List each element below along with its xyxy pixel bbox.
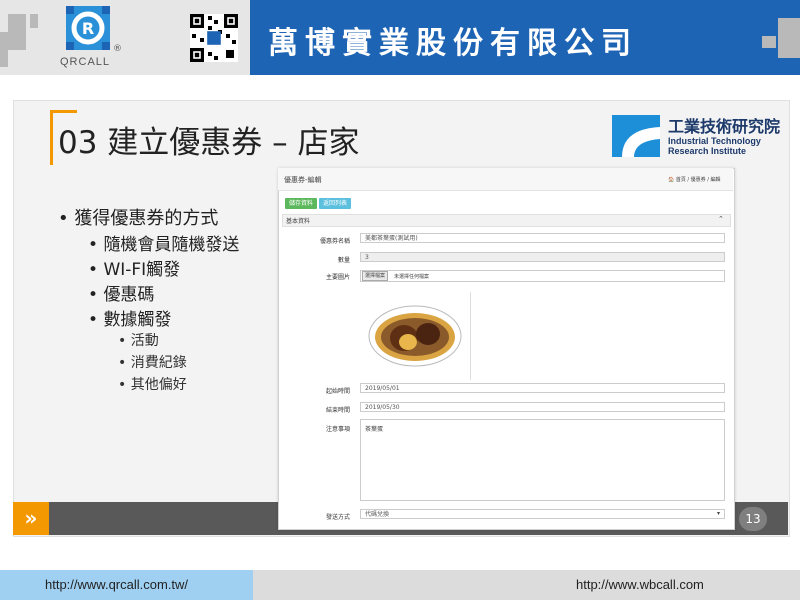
header-decoration	[762, 36, 776, 48]
header-decoration	[8, 14, 26, 50]
start-time-input[interactable]: 2019/05/01	[360, 383, 725, 393]
notes-value: 茶葉蛋	[365, 426, 384, 433]
logo-text: QRCALL	[60, 56, 111, 68]
coupon-name-label: 優惠券名稱	[319, 238, 350, 245]
section-header	[282, 214, 731, 227]
breadcrumb[interactable]: 🏠 首頁 / 優惠券 / 編輯	[668, 176, 721, 183]
svg-text:R: R	[82, 19, 94, 38]
save-button[interactable]: 儲存資料	[285, 198, 318, 209]
bullet-level3: • 其他偏好	[118, 377, 187, 393]
bullet-level3: • 活動	[118, 333, 159, 349]
header-decoration	[0, 32, 8, 67]
start-time-label: 起始時間	[325, 388, 350, 395]
section-title: 基本資料	[286, 218, 311, 225]
coupon-name-input[interactable]: 美都茶葉蛋(測試用)	[360, 233, 725, 243]
notes-label: 注意事項	[325, 426, 350, 433]
dropdown-arrow-icon[interactable]: ▾	[717, 510, 720, 517]
back-to-list-button[interactable]: 返回列表	[319, 198, 352, 209]
end-time-input[interactable]: 2019/05/30	[360, 402, 725, 412]
partner-name-en: Research Institute	[668, 146, 747, 156]
form-header	[278, 168, 733, 191]
qrcall-url-link[interactable]: http://www.qrcall.com.tw/	[45, 577, 188, 592]
bullet-level2: • 數據觸發	[88, 310, 172, 330]
form-title: 優惠券-編輯	[284, 176, 322, 184]
file-status: 未選擇任何檔案	[394, 274, 430, 280]
partner-name-zh: 工業技術研究院	[668, 117, 781, 136]
company-name: 萬博實業股份有限公司	[268, 26, 638, 61]
bullet-level1: • 獲得優惠券的方式	[58, 208, 219, 229]
header-decoration	[30, 14, 38, 28]
registered-mark: ®	[113, 44, 122, 54]
notes-textarea[interactable]	[360, 419, 725, 501]
bullet-level2: • WI-FI觸發	[88, 260, 181, 280]
slide-title: 03 建立優惠券 – 店家	[58, 125, 360, 161]
delivery-method-label: 發送方式	[325, 514, 350, 521]
qr-code-icon	[190, 14, 238, 62]
main-image-label: 主要圖片	[325, 274, 350, 281]
tea-egg-image	[360, 292, 471, 380]
quantity-label: 數量	[337, 257, 350, 264]
chevron-up-icon[interactable]: ⌃	[718, 215, 724, 223]
bullet-level2: • 隨機會員隨機發送	[88, 235, 240, 255]
partner-name-en: Industrial Technology	[668, 136, 761, 146]
next-arrow-icon[interactable]: »	[13, 502, 49, 535]
itri-logo-icon	[612, 115, 660, 157]
end-time-label: 結束時間	[325, 407, 350, 414]
page-number: 13	[739, 507, 767, 531]
bullet-level3: • 消費紀錄	[118, 355, 187, 371]
qrcall-logo-icon: R	[66, 6, 110, 50]
header-decoration	[778, 18, 800, 58]
quantity-input[interactable]: 3	[360, 252, 725, 262]
bullet-level2: • 優惠碼	[88, 285, 155, 305]
choose-file-button[interactable]: 選擇檔案	[362, 271, 389, 281]
wbcall-url-link[interactable]: http://www.wbcall.com	[576, 577, 704, 592]
delivery-method-select[interactable]: 代碼兌換	[360, 509, 725, 519]
footer-right-bar	[253, 570, 800, 600]
